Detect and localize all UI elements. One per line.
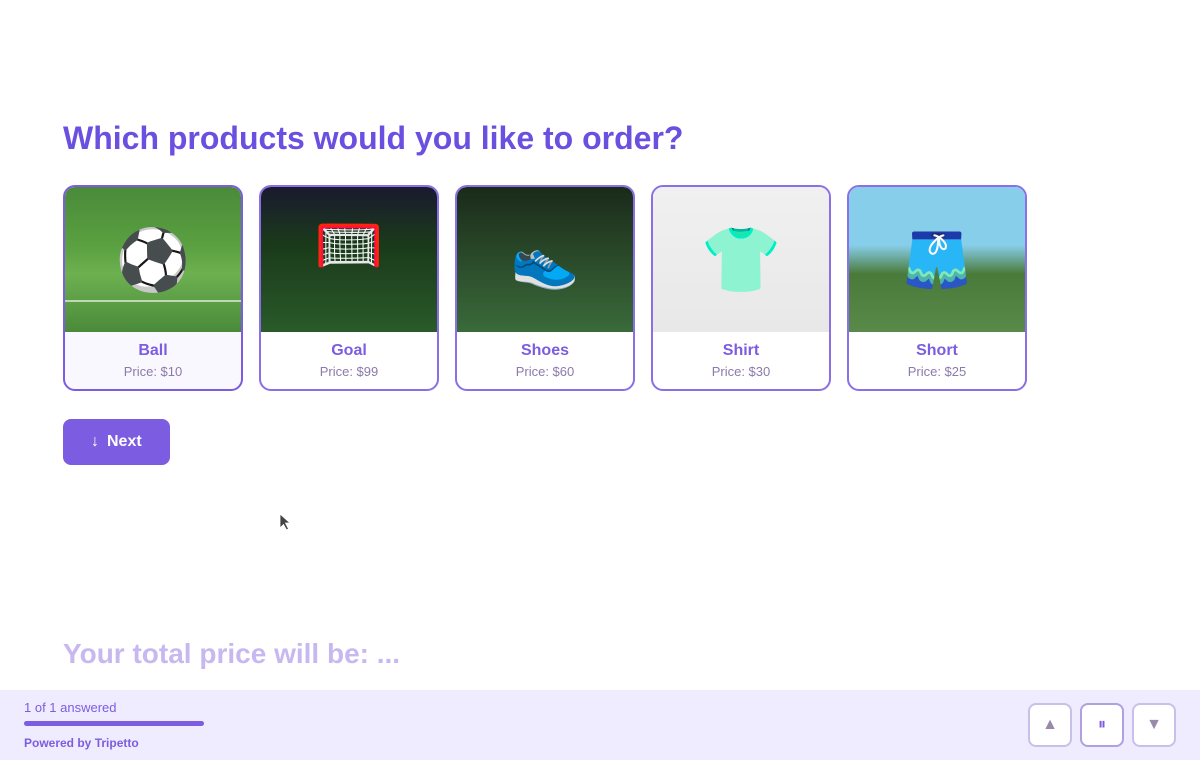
product-name-short: Short xyxy=(861,342,1013,360)
next-icon: ↓ xyxy=(91,433,99,451)
product-image-ball xyxy=(65,187,241,332)
powered-by: Powered by Tripetto xyxy=(24,736,204,750)
nav-pause-button[interactable]: ⏸ xyxy=(1080,703,1124,747)
product-price-ball: Price: $10 xyxy=(77,364,229,379)
nav-up-button[interactable]: ▲ xyxy=(1028,703,1072,747)
product-image-goal xyxy=(261,187,437,332)
product-name-ball: Ball xyxy=(77,342,229,360)
total-price-section: Your total price will be: ... xyxy=(0,638,463,670)
product-info-short: Short Price: $25 xyxy=(849,332,1025,389)
bottom-bar: 1 of 1 answered Powered by Tripetto ▲ ⏸ … xyxy=(0,690,1200,760)
progress-section: 1 of 1 answered Powered by Tripetto xyxy=(24,700,204,750)
powered-by-prefix: Powered by xyxy=(24,736,95,750)
product-price-short: Price: $25 xyxy=(861,364,1013,379)
product-name-shoes: Shoes xyxy=(469,342,621,360)
product-image-shoes xyxy=(457,187,633,332)
product-card-shoes[interactable]: Shoes Price: $60 xyxy=(455,185,635,391)
product-name-shirt: Shirt xyxy=(665,342,817,360)
product-info-goal: Goal Price: $99 xyxy=(261,332,437,389)
next-button-label: Next xyxy=(107,433,142,451)
nav-controls: ▲ ⏸ ▼ xyxy=(1028,703,1176,747)
nav-pause-icon: ⏸ xyxy=(1098,716,1106,734)
product-card-short[interactable]: Short Price: $25 xyxy=(847,185,1027,391)
total-price-text: Your total price will be: ... xyxy=(63,638,400,669)
question-title: Which products would you like to order? xyxy=(63,120,1137,157)
product-name-goal: Goal xyxy=(273,342,425,360)
progress-bar-fill xyxy=(24,721,204,726)
nav-down-icon: ▼ xyxy=(1146,716,1162,734)
main-content: Which products would you like to order? … xyxy=(0,0,1200,565)
product-info-shirt: Shirt Price: $30 xyxy=(653,332,829,389)
nav-up-icon: ▲ xyxy=(1042,716,1058,734)
product-card-goal[interactable]: Goal Price: $99 xyxy=(259,185,439,391)
product-card-shirt[interactable]: Shirt Price: $30 xyxy=(651,185,831,391)
next-button[interactable]: ↓ Next xyxy=(63,419,170,465)
progress-text: 1 of 1 answered xyxy=(24,700,204,715)
product-info-ball: Ball Price: $10 xyxy=(65,332,241,389)
product-card-ball[interactable]: Ball Price: $10 xyxy=(63,185,243,391)
product-price-goal: Price: $99 xyxy=(273,364,425,379)
powered-by-brand: Tripetto xyxy=(95,736,139,750)
products-grid: Ball Price: $10 Goal Price: $99 Shoes Pr… xyxy=(63,185,1137,391)
product-price-shoes: Price: $60 xyxy=(469,364,621,379)
product-image-shirt xyxy=(653,187,829,332)
nav-down-button[interactable]: ▼ xyxy=(1132,703,1176,747)
product-info-shoes: Shoes Price: $60 xyxy=(457,332,633,389)
product-image-short xyxy=(849,187,1025,332)
product-price-shirt: Price: $30 xyxy=(665,364,817,379)
progress-bar-container xyxy=(24,721,204,726)
